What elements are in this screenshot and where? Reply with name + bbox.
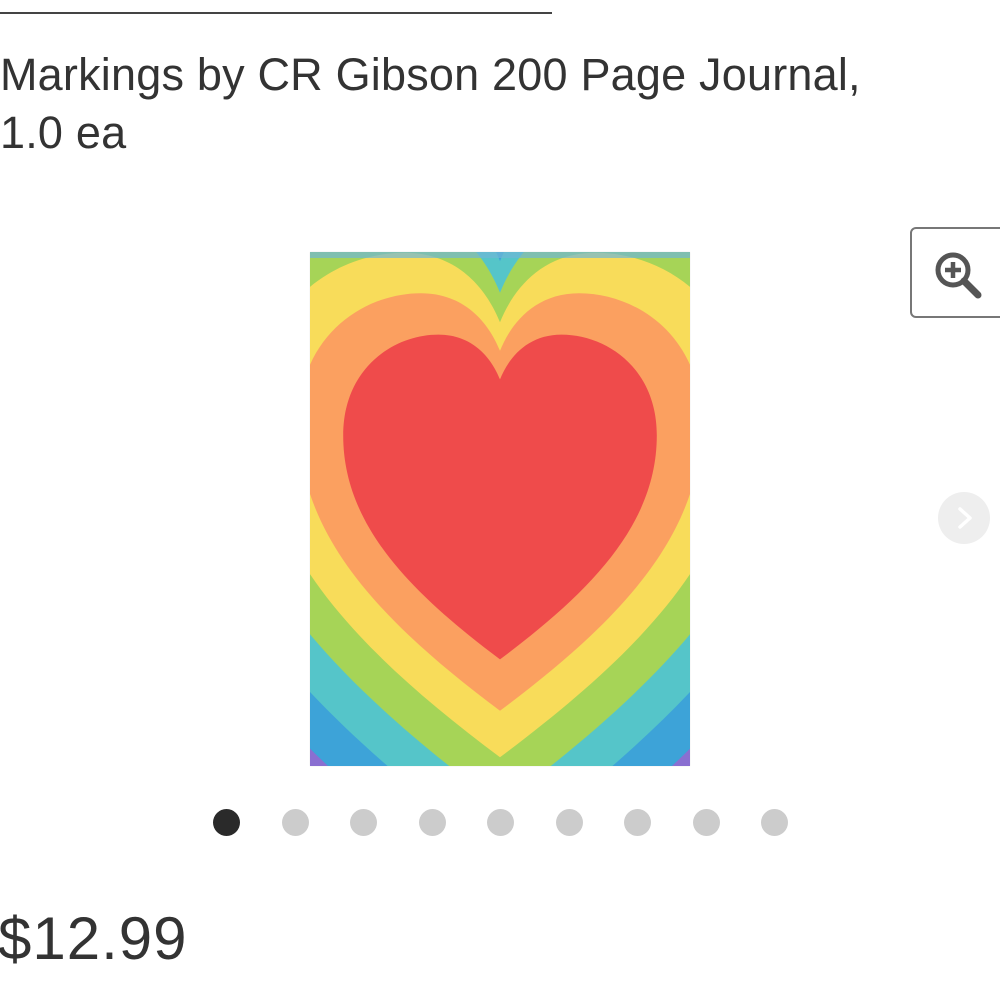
carousel-dot-8[interactable] [692,809,720,836]
zoom-in-icon [935,252,982,299]
product-image-carousel [0,200,1000,860]
carousel-dot-7[interactable] [624,809,651,836]
rainbow-heart-journal-cover [310,252,690,766]
product-price: $12.99 [0,905,188,972]
carousel-dot-3[interactable] [350,809,377,836]
carousel-dot-2[interactable] [281,809,309,836]
carousel-pagination [213,809,788,836]
carousel-next-button[interactable] [938,492,990,544]
product-image[interactable] [310,252,690,766]
carousel-dot-1[interactable] [213,809,240,836]
product-title: Markings by CR Gibson 200 Page Journal, … [0,49,861,158]
carousel-dot-9[interactable] [761,809,788,836]
product-page: Markings by CR Gibson 200 Page Journal, … [0,0,1000,1000]
carousel-dot-5[interactable] [487,809,514,836]
carousel-dot-4[interactable] [418,809,446,836]
chevron-right-icon [958,507,972,529]
carousel-dot-6[interactable] [555,809,583,836]
zoom-button[interactable] [910,227,1000,318]
breadcrumb-link-underline[interactable] [0,12,552,14]
